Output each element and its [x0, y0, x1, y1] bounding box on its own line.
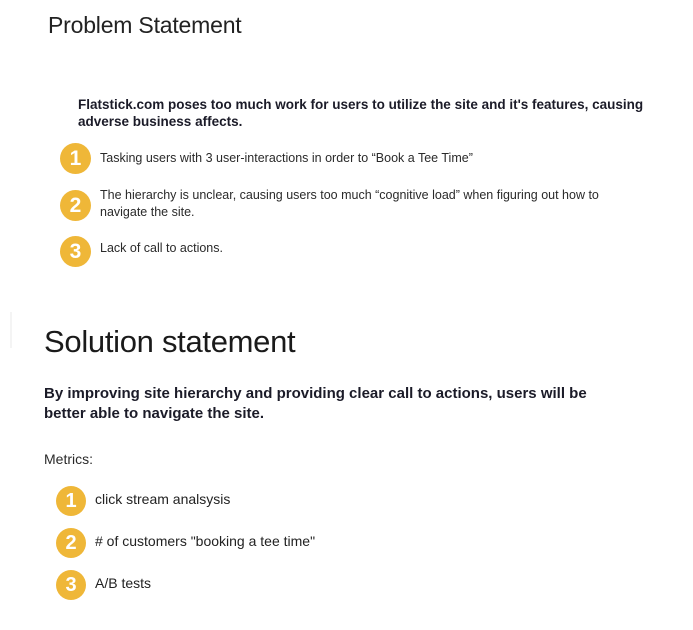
solution-statement-lead: By improving site hierarchy and providin… [44, 385, 587, 422]
metric-item-text: A/B tests [95, 575, 152, 591]
number-badge-2: 2 [56, 528, 86, 558]
metric-item-text: # of customers "booking a tee time" [95, 533, 316, 549]
number-badge-1: 1 [56, 486, 86, 516]
problem-statement-lead: Flatstick.com poses too much work for us… [78, 97, 644, 129]
problem-item-text: The hierarchy is unclear, causing users … [100, 188, 599, 219]
metric-item-text: click stream analsysis [95, 491, 231, 507]
number-badge-2: 2 [60, 190, 91, 221]
problem-statement-title: Problem Statement [48, 12, 242, 38]
number-badge-1: 1 [60, 143, 91, 174]
number-badge-3: 3 [60, 236, 91, 267]
metrics-label: Metrics: [44, 451, 93, 467]
number-badge-3: 3 [56, 570, 86, 600]
problem-item-text: Lack of call to actions. [100, 241, 223, 255]
section-divider [10, 312, 12, 348]
problem-item-text: Tasking users with 3 user-interactions i… [100, 151, 473, 165]
solution-statement-title: Solution statement [44, 324, 296, 359]
